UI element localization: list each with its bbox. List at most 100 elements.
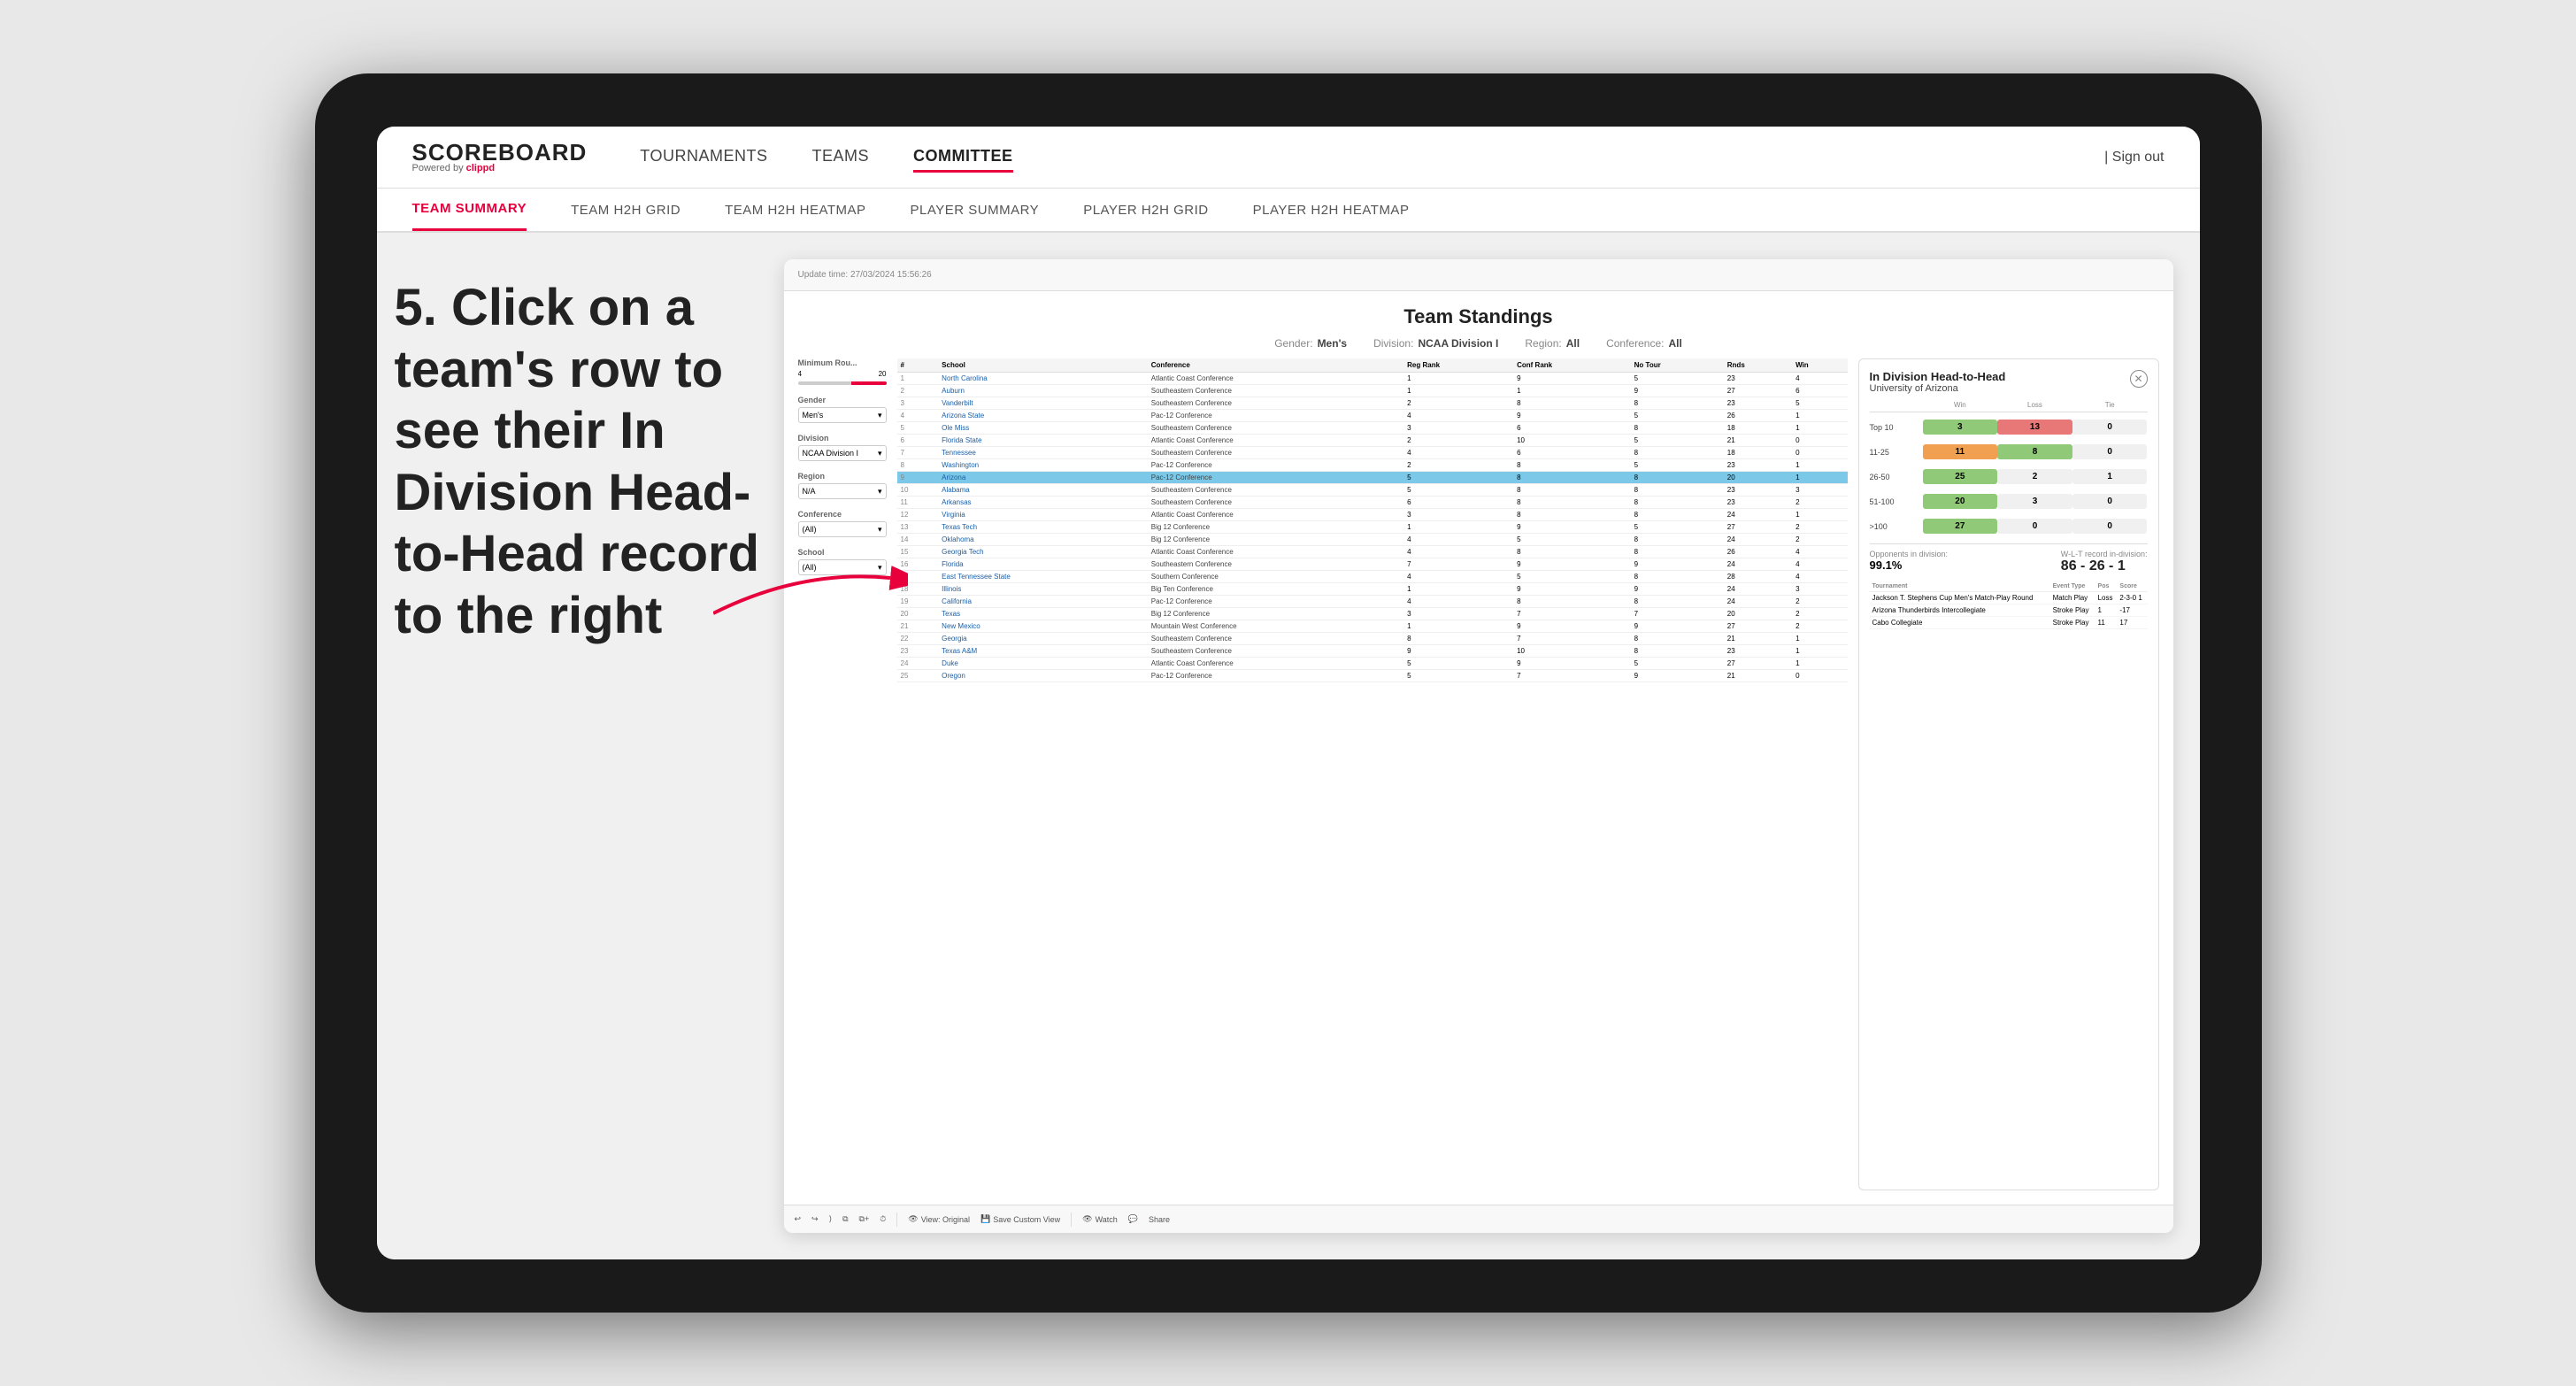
tour-col-type: Event Type <box>2050 581 2095 592</box>
table-row[interactable]: 9ArizonaPac-12 Conference588201 <box>897 472 1848 484</box>
sign-out-link[interactable]: | Sign out <box>2104 150 2164 166</box>
table-row[interactable]: 6Florida StateAtlantic Coast Conference2… <box>897 435 1848 447</box>
undo-button[interactable]: ↩ <box>795 1214 802 1224</box>
table-row[interactable]: 20TexasBig 12 Conference377202 <box>897 608 1848 620</box>
cell-rank: 25 <box>897 670 939 682</box>
table-row[interactable]: 21New MexicoMountain West Conference1992… <box>897 620 1848 633</box>
tour-score: -17 <box>2117 604 2147 617</box>
cell-no-tour: 5 <box>1631 410 1724 422</box>
paste-button[interactable]: ⧉+ <box>859 1214 870 1224</box>
watch-icon: 👁 <box>1082 1214 1092 1224</box>
cell-conference: Pac-12 Conference <box>1148 670 1403 682</box>
h2h-top10-loss: 13 <box>1997 420 2072 435</box>
cell-conf-rank: 9 <box>1513 410 1631 422</box>
division-select[interactable]: NCAA Division I ▾ <box>798 445 887 461</box>
cell-rnds: 23 <box>1724 497 1792 509</box>
forward-button[interactable]: ⟩ <box>829 1214 833 1224</box>
opponents-label: Opponents in division: <box>1870 550 1949 558</box>
cell-win: 1 <box>1792 410 1847 422</box>
share-button[interactable]: Share <box>1149 1215 1170 1224</box>
cell-conference: Pac-12 Conference <box>1148 459 1403 472</box>
table-row[interactable]: 25OregonPac-12 Conference579210 <box>897 670 1848 682</box>
table-row[interactable]: 17East Tennessee StateSouthern Conferenc… <box>897 571 1848 583</box>
table-row[interactable]: 24DukeAtlantic Coast Conference595271 <box>897 658 1848 670</box>
sub-nav-player-h2h-heatmap[interactable]: PLAYER H2H HEATMAP <box>1253 189 1410 231</box>
cell-conference: Big 12 Conference <box>1148 534 1403 546</box>
region-select[interactable]: N/A ▾ <box>798 483 887 499</box>
table-row[interactable]: 16FloridaSoutheastern Conference799244 <box>897 558 1848 571</box>
table-row[interactable]: 11ArkansasSoutheastern Conference688232 <box>897 497 1848 509</box>
table-row[interactable]: 23Texas A&MSoutheastern Conference910823… <box>897 645 1848 658</box>
cell-reg-rank: 7 <box>1403 558 1513 571</box>
min-rounds-group: Minimum Rou... 4 20 <box>798 358 887 385</box>
filters-panel: Minimum Rou... 4 20 Ge <box>798 358 887 1190</box>
table-row[interactable]: 5Ole MissSoutheastern Conference368181 <box>897 422 1848 435</box>
toolbar-separator <box>896 1213 897 1227</box>
cell-rnds: 21 <box>1724 435 1792 447</box>
redo-button[interactable]: ↪ <box>811 1214 819 1224</box>
cell-win: 0 <box>1792 447 1847 459</box>
cell-reg-rank: 2 <box>1403 459 1513 472</box>
col-rank: # <box>897 358 939 373</box>
table-row[interactable]: 7TennesseeSoutheastern Conference468180 <box>897 447 1848 459</box>
cell-conf-rank: 7 <box>1513 608 1631 620</box>
save-custom-button[interactable]: 💾 Save Custom View <box>980 1214 1060 1224</box>
copy-button[interactable]: ⧉ <box>842 1214 848 1224</box>
table-row[interactable]: 13Texas TechBig 12 Conference195272 <box>897 521 1848 534</box>
view-original-button[interactable]: 👁 View: Original <box>908 1214 970 1224</box>
table-row[interactable]: 4Arizona StatePac-12 Conference495261 <box>897 410 1848 422</box>
table-row[interactable]: 1North CarolinaAtlantic Coast Conference… <box>897 373 1848 385</box>
standings-table: # School Conference Reg Rank Conf Rank N… <box>897 358 1848 682</box>
table-row[interactable]: 10AlabamaSoutheastern Conference588233 <box>897 484 1848 497</box>
conference-select[interactable]: (All) ▾ <box>798 521 887 537</box>
cell-reg-rank: 4 <box>1403 447 1513 459</box>
cell-win: 3 <box>1792 583 1847 596</box>
sub-nav-team-summary[interactable]: TEAM SUMMARY <box>412 189 527 231</box>
cell-conference: Southeastern Conference <box>1148 484 1403 497</box>
cell-no-tour: 5 <box>1631 373 1724 385</box>
cell-no-tour: 8 <box>1631 571 1724 583</box>
main-nav: TOURNAMENTS TEAMS COMMITTEE <box>640 142 2051 173</box>
h2h-titles: In Division Head-to-Head University of A… <box>1870 370 2006 394</box>
sub-nav-team-h2h-grid[interactable]: TEAM H2H GRID <box>571 189 681 231</box>
table-row[interactable]: 14OklahomaBig 12 Conference458242 <box>897 534 1848 546</box>
cell-rank: 14 <box>897 534 939 546</box>
cell-school: Auburn <box>938 385 1148 397</box>
cell-rnds: 23 <box>1724 645 1792 658</box>
cell-rnds: 26 <box>1724 410 1792 422</box>
cell-reg-rank: 3 <box>1403 422 1513 435</box>
gender-select[interactable]: Men's ▾ <box>798 407 887 423</box>
cell-no-tour: 8 <box>1631 422 1724 435</box>
table-row[interactable]: 15Georgia TechAtlantic Coast Conference4… <box>897 546 1848 558</box>
cell-no-tour: 5 <box>1631 435 1724 447</box>
cell-rank: 16 <box>897 558 939 571</box>
comment-button[interactable]: 💬 <box>1128 1214 1138 1224</box>
table-row[interactable]: 22GeorgiaSoutheastern Conference878211 <box>897 633 1848 645</box>
cell-reg-rank: 1 <box>1403 620 1513 633</box>
school-select[interactable]: (All) ▾ <box>798 559 887 575</box>
view-icon: 👁 <box>908 1214 918 1224</box>
watch-button[interactable]: 👁 Watch <box>1082 1214 1118 1224</box>
bottom-toolbar: ↩ ↪ ⟩ ⧉ ⧉+ ⏱ 👁 View: Original 💾 Save Cus… <box>784 1205 2173 1233</box>
tournament-table: Tournament Event Type Pos Score Jackson … <box>1870 581 2148 629</box>
table-row[interactable]: 8WashingtonPac-12 Conference285231 <box>897 459 1848 472</box>
min-rounds-box: 4 20 <box>798 370 887 385</box>
sub-nav-player-h2h-grid[interactable]: PLAYER H2H GRID <box>1083 189 1208 231</box>
tournament-row: Cabo Collegiate Stroke Play 11 17 <box>1870 617 2148 629</box>
min-rounds-slider[interactable] <box>798 381 887 385</box>
cell-no-tour: 8 <box>1631 645 1724 658</box>
sub-nav-player-summary[interactable]: PLAYER SUMMARY <box>911 189 1040 231</box>
sub-nav-team-h2h-heatmap[interactable]: TEAM H2H HEATMAP <box>725 189 865 231</box>
cell-school: Florida <box>938 558 1148 571</box>
table-row[interactable]: 12VirginiaAtlantic Coast Conference38824… <box>897 509 1848 521</box>
table-row[interactable]: 3VanderbiltSoutheastern Conference288235 <box>897 397 1848 410</box>
table-row[interactable]: 19CaliforniaPac-12 Conference488242 <box>897 596 1848 608</box>
nav-tournaments[interactable]: TOURNAMENTS <box>640 142 767 173</box>
nav-committee[interactable]: COMMITTEE <box>913 142 1013 173</box>
clock-button[interactable]: ⏱ <box>880 1214 886 1224</box>
nav-teams[interactable]: TEAMS <box>811 142 869 173</box>
table-row[interactable]: 2AuburnSoutheastern Conference119276 <box>897 385 1848 397</box>
h2h-close-button[interactable]: ✕ <box>2130 370 2148 388</box>
table-row[interactable]: 18IllinoisBig Ten Conference199243 <box>897 583 1848 596</box>
update-time: Update time: 27/03/2024 15:56:26 <box>798 270 932 280</box>
